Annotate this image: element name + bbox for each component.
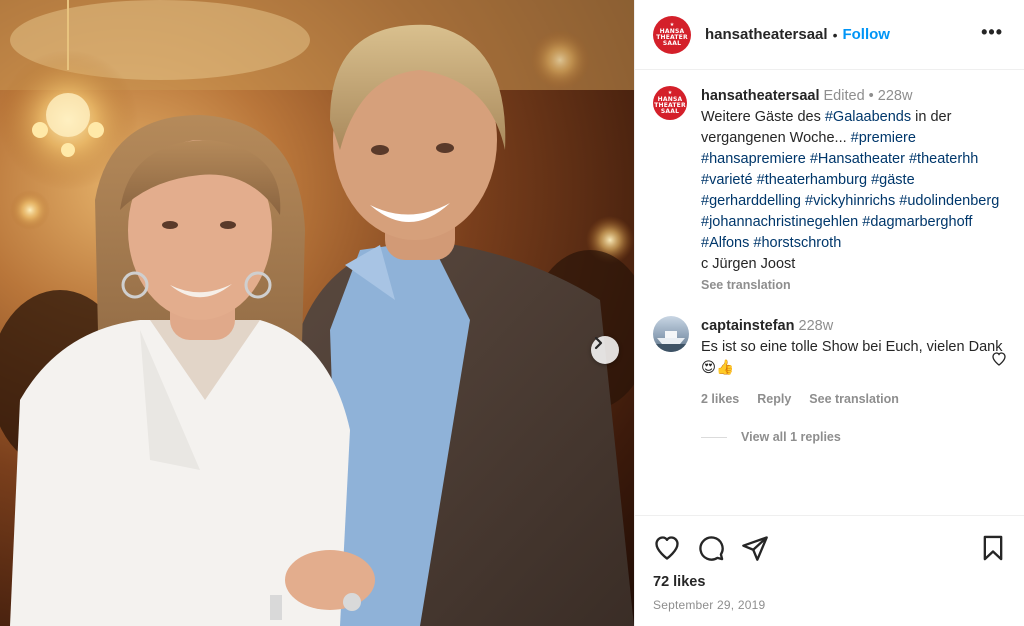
caption-text-part: Weitere Gäste des bbox=[701, 109, 825, 125]
logo-line: SAAL bbox=[660, 108, 680, 115]
hashtag-link[interactable]: #dagmarberghoff bbox=[862, 214, 972, 230]
post-caption: ★ HANSA THEATER SAAL hansatheatersaal Ed… bbox=[653, 86, 1013, 296]
post-header: ★ HANSA THEATER SAAL hansatheatersaal • … bbox=[635, 0, 1024, 70]
follow-button[interactable]: Follow bbox=[842, 26, 890, 43]
post-actions: 72 likes September 29, 2019 bbox=[635, 515, 1024, 626]
next-photo-button[interactable] bbox=[591, 336, 619, 364]
like-comment-button[interactable] bbox=[991, 351, 1007, 372]
hashtag-link[interactable]: #hansapremiere bbox=[701, 151, 806, 167]
hashtag-link[interactable]: #Alfons bbox=[701, 235, 749, 251]
hashtag-link[interactable]: #johannachristinegehlen bbox=[701, 214, 858, 230]
hashtag-link[interactable]: #vickyhinrichs bbox=[805, 193, 895, 209]
view-replies-label[interactable]: View all 1 replies bbox=[741, 430, 841, 444]
photo-credit: c Jürgen Joost bbox=[701, 256, 796, 272]
bookmark-icon bbox=[983, 535, 1003, 561]
caption-text: hansatheatersaal Edited • 228w Weitere G… bbox=[701, 86, 1013, 296]
hashtag-link[interactable]: #udolindenberg bbox=[899, 193, 999, 209]
comment-see-translation[interactable]: See translation bbox=[809, 389, 899, 410]
comment-button[interactable] bbox=[697, 534, 725, 562]
header-username[interactable]: hansatheatersaal bbox=[705, 26, 828, 43]
hashtag-link[interactable]: #gerharddelling bbox=[701, 193, 801, 209]
hashtag-link[interactable]: #varieté bbox=[701, 172, 753, 188]
see-translation-link[interactable]: See translation bbox=[701, 278, 791, 292]
comment-text: captainstefan 228w Es ist so eine tolle … bbox=[701, 316, 1013, 410]
hashtag-link[interactable]: #Hansatheater bbox=[810, 151, 905, 167]
heart-icon bbox=[992, 352, 1006, 366]
share-icon bbox=[742, 536, 768, 561]
hashtag-link[interactable]: #theaterhh bbox=[909, 151, 978, 167]
heart-icon bbox=[655, 536, 679, 560]
caption-username[interactable]: hansatheatersaal bbox=[701, 88, 819, 104]
comment-icon bbox=[699, 536, 724, 561]
photo-illustration bbox=[0, 0, 634, 626]
hashtag-link[interactable]: #Galaabends bbox=[825, 109, 911, 125]
view-replies[interactable]: View all 1 replies bbox=[701, 430, 841, 444]
more-options-button[interactable]: ••• bbox=[981, 22, 1003, 43]
profile-avatar[interactable]: ★ HANSA THEATER SAAL bbox=[653, 15, 691, 54]
post-photo[interactable] bbox=[0, 0, 634, 626]
post-side-panel: ★ HANSA THEATER SAAL hansatheatersaal • … bbox=[634, 0, 1024, 626]
save-button[interactable] bbox=[979, 534, 1007, 562]
hashtag-link[interactable]: #theaterhamburg bbox=[757, 172, 867, 188]
caption-separator: • bbox=[868, 88, 874, 104]
comment-age[interactable]: 228w bbox=[799, 318, 834, 334]
share-button[interactable] bbox=[741, 534, 769, 562]
hashtag-link[interactable]: #gäste bbox=[871, 172, 915, 188]
logo-star-icon: ★ bbox=[669, 21, 675, 28]
comment-meta: 2 likes Reply See translation bbox=[701, 389, 1013, 410]
comment-item: captainstefan 228w Es ist so eine tolle … bbox=[653, 316, 1013, 410]
replies-divider bbox=[701, 436, 727, 438]
chevron-right-icon bbox=[594, 336, 603, 350]
boat-image bbox=[653, 331, 689, 352]
post-likes-count[interactable]: 72 likes bbox=[653, 574, 705, 590]
post-date: September 29, 2019 bbox=[653, 598, 766, 612]
action-row bbox=[653, 534, 769, 562]
like-button[interactable] bbox=[653, 534, 681, 562]
commenter-avatar[interactable] bbox=[653, 316, 689, 352]
comment-username[interactable]: captainstefan bbox=[701, 318, 794, 334]
header-separator: • bbox=[832, 26, 838, 43]
reply-button[interactable]: Reply bbox=[757, 389, 791, 410]
hashtag-link[interactable]: #premiere bbox=[851, 130, 916, 146]
edited-label: Edited bbox=[823, 88, 865, 104]
comment-message: Es ist so eine tolle Show bei Euch, viel… bbox=[701, 339, 1003, 376]
logo-line: SAAL bbox=[662, 39, 682, 47]
caption-age[interactable]: 228w bbox=[878, 88, 913, 104]
comment-likes[interactable]: 2 likes bbox=[701, 389, 739, 410]
caption-avatar[interactable]: ★ HANSA THEATER SAAL bbox=[653, 86, 687, 120]
hashtag-link[interactable]: #horstschroth bbox=[753, 235, 841, 251]
